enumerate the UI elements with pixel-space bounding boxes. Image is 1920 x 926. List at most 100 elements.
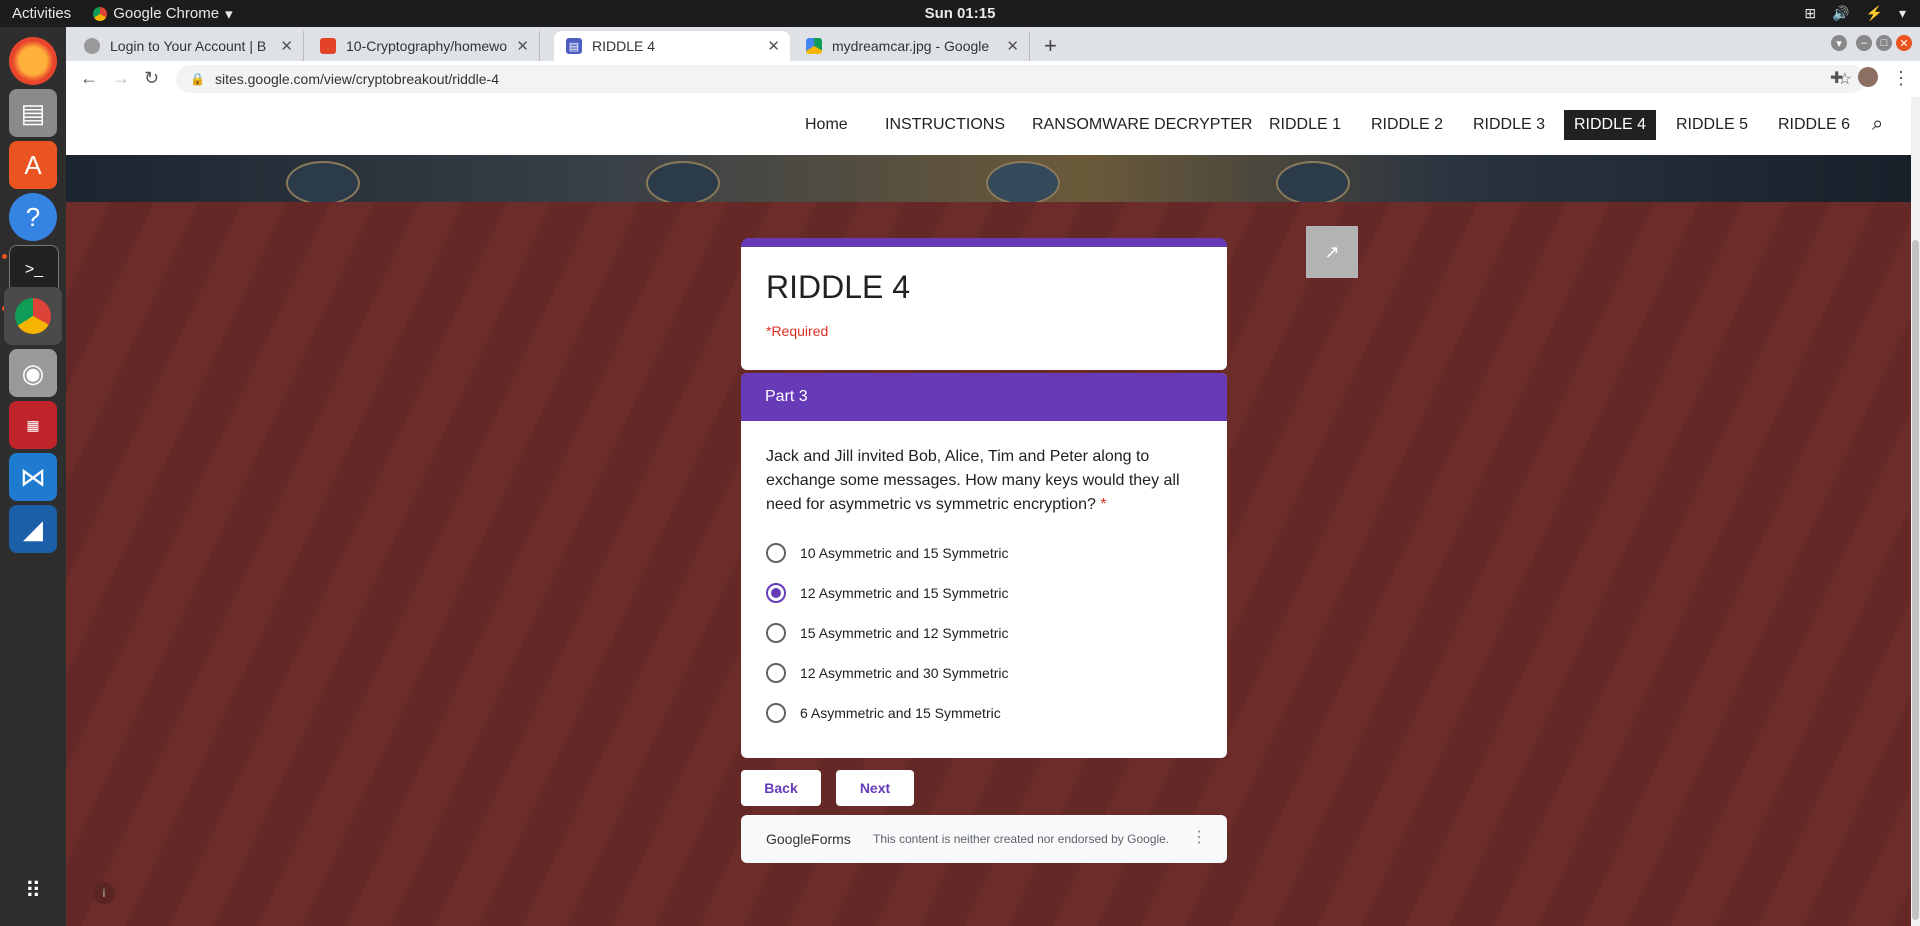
maximize-icon[interactable]: □ [1876,35,1892,51]
form-title: RIDDLE 4 [766,269,911,305]
radio-button[interactable] [766,623,786,643]
caret-down-icon: ▾ [225,5,233,23]
keycap-decoration [986,161,1060,205]
minimize-icon[interactable]: – [1856,35,1872,51]
profile-avatar[interactable] [1858,67,1878,87]
tab-title: Login to Your Account | B [110,38,267,54]
nav-riddle-2[interactable]: RIDDLE 2 [1371,116,1443,134]
extensions-icon[interactable]: ✚ [1830,68,1843,88]
scrollbar-thumb[interactable] [1912,240,1919,920]
close-tab-icon[interactable]: ✕ [1006,37,1019,55]
more-options-icon[interactable]: ⋮ [1191,827,1207,847]
nav-instructions[interactable]: INSTRUCTIONS [885,116,1005,134]
back-arrow-icon[interactable]: ← [80,68,98,89]
option-4[interactable]: 6 Asymmetric and 15 Symmetric [766,703,1001,723]
browser-window: Login to Your Account | B ✕ 10-Cryptogra… [66,27,1920,155]
tab-title: RIDDLE 4 [592,38,656,54]
nav-home[interactable]: Home [805,116,848,134]
files-icon[interactable]: ▤ [9,89,57,137]
help-icon[interactable]: ? [9,193,57,241]
close-tab-icon[interactable]: ✕ [280,37,293,55]
address-bar[interactable]: 🔒 sites.google.com/view/cryptobreakout/r… [176,65,1866,93]
option-1[interactable]: 12 Asymmetric and 15 Symmetric [766,583,1009,603]
keycap-decoration [646,161,720,205]
clock[interactable]: Sun 01:15 [925,5,996,22]
close-tab-icon[interactable]: ✕ [516,37,529,55]
radio-button[interactable] [766,703,786,723]
keycap-decoration [1276,161,1350,205]
hero-banner [66,155,1911,205]
tab-gitlab[interactable]: 10-Cryptography/homewo ✕ [308,31,540,61]
google-forms-logo[interactable]: GoogleForms [766,831,851,847]
nav-ransomware-decrypter[interactable]: RANSOMWARE DECRYPTER [1032,116,1252,134]
next-button[interactable]: Next [836,770,914,806]
tab-search-icon[interactable]: ▾ [1831,35,1847,51]
wireshark-icon[interactable]: ◢ [9,505,57,553]
nav-riddle-4[interactable]: RIDDLE 4 [1564,110,1657,140]
keycap-decoration [286,161,360,205]
option-0[interactable]: 10 Asymmetric and 15 Symmetric [766,543,1009,563]
radio-button-selected[interactable] [766,583,786,603]
tab-strip: Login to Your Account | B ✕ 10-Cryptogra… [66,27,1920,61]
dock: ▤ A ? >_ ◉ ▦ ⋈ ◢ ⠿ [0,27,66,926]
tab-login[interactable]: Login to Your Account | B ✕ [72,31,304,61]
radio-button[interactable] [766,543,786,563]
forward-arrow-icon[interactable]: → [112,68,130,89]
app-menu[interactable]: Google Chrome ▾ [93,5,233,23]
tab-riddle-4[interactable]: ▤ RIDDLE 4 ✕ [554,31,790,61]
battery-icon: ⚡ [1865,5,1883,21]
form-header-card: RIDDLE 4 *Required [741,238,1227,370]
close-tab-icon[interactable]: ✕ [767,37,780,55]
option-3[interactable]: 12 Asymmetric and 30 Symmetric [766,663,1009,683]
firefox-icon[interactable] [9,37,57,85]
remote-desktop-icon[interactable]: ▦ [9,401,57,449]
camera-icon[interactable]: ◉ [9,349,57,397]
tab-drive[interactable]: mydreamcar.jpg - Google ✕ [794,31,1030,61]
required-star: * [1100,496,1107,513]
software-center-icon[interactable]: A [9,141,57,189]
new-tab-button[interactable]: + [1044,33,1057,59]
chrome-icon [93,6,108,21]
tab-title: 10-Cryptography/homewo [346,38,508,54]
circle-icon [84,38,100,54]
question-text-block: Jack and Jill invited Bob, Alice, Tim an… [766,445,1211,517]
power-menu-icon: ▾ [1898,5,1906,21]
section-header: Part 3 [741,373,1227,421]
chrome-logo-icon [15,298,51,334]
reload-icon[interactable]: ↻ [144,68,159,89]
gitlab-icon [320,38,336,54]
site-navigation: Home INSTRUCTIONS RANSOMWARE DECRYPTER R… [66,97,1920,155]
section-title: Part 3 [765,388,808,405]
option-label: 12 Asymmetric and 30 Symmetric [800,665,1009,681]
nav-riddle-6[interactable]: RIDDLE 6 [1778,116,1850,134]
option-label: 10 Asymmetric and 15 Symmetric [800,545,1009,561]
question-card: Part 3 Jack and Jill invited Bob, Alice,… [741,373,1227,758]
chrome-dock-icon[interactable] [4,287,62,345]
nav-riddle-1[interactable]: RIDDLE 1 [1269,116,1341,134]
open-in-new-icon[interactable]: ↗ [1306,226,1358,278]
browser-toolbar: ← → ↻ 🔒 sites.google.com/view/cryptobrea… [66,61,1920,98]
show-applications-icon[interactable]: ⠿ [9,867,57,915]
option-label: 12 Asymmetric and 15 Symmetric [800,585,1009,601]
info-icon[interactable]: i [93,882,115,904]
close-window-icon[interactable]: ✕ [1896,35,1912,51]
back-button[interactable]: Back [741,770,821,806]
nav-riddle-5[interactable]: RIDDLE 5 [1676,116,1748,134]
activities-button[interactable]: Activities [12,5,71,22]
browser-menu-icon[interactable]: ⋮ [1892,68,1910,89]
volume-icon: 🔊 [1832,5,1850,21]
nav-riddle-3[interactable]: RIDDLE 3 [1473,116,1545,134]
radio-button[interactable] [766,663,786,683]
app-menu-label: Google Chrome [113,5,220,22]
lock-icon: 🔒 [190,72,205,86]
option-label: 6 Asymmetric and 15 Symmetric [800,705,1001,721]
system-tray[interactable]: ⊞ 🔊 ⚡ ▾ [1804,5,1906,22]
option-2[interactable]: 15 Asymmetric and 12 Symmetric [766,623,1009,643]
disclaimer-text: This content is neither created nor endo… [873,832,1170,846]
search-icon[interactable]: ⌕ [1872,113,1883,136]
system-top-bar: Activities Google Chrome ▾ Sun 01:15 ⊞ 🔊… [0,0,1920,27]
tab-title: mydreamcar.jpg - Google [832,38,990,54]
forms-footer: GoogleForms This content is neither crea… [741,815,1227,863]
google-sites-icon: ▤ [566,38,582,54]
vscode-icon[interactable]: ⋈ [9,453,57,501]
